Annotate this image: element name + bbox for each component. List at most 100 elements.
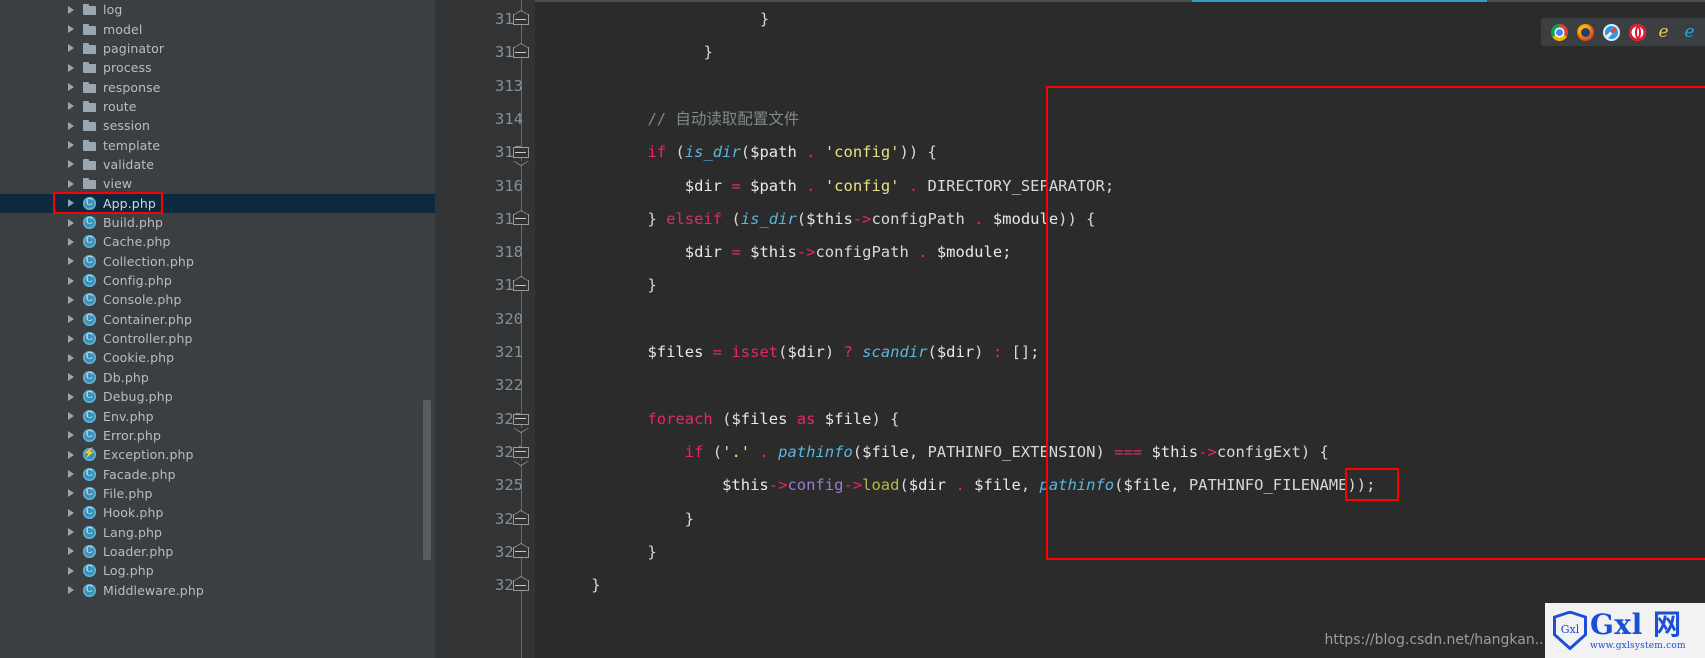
code-line-314[interactable]: // 自动读取配置文件 bbox=[647, 103, 799, 136]
safari-icon[interactable] bbox=[1603, 23, 1620, 41]
expand-arrow-icon[interactable] bbox=[68, 218, 74, 227]
expand-arrow-icon[interactable] bbox=[68, 334, 74, 343]
code-fold-toggle[interactable] bbox=[513, 147, 530, 167]
tree-item-build-php[interactable]: C Build.php bbox=[0, 213, 435, 232]
expand-arrow-icon[interactable] bbox=[68, 257, 74, 266]
tree-item-db-php[interactable]: C Db.php bbox=[0, 368, 435, 387]
tree-item-process[interactable]: process bbox=[0, 58, 435, 77]
tree-item-view[interactable]: view bbox=[0, 174, 435, 193]
tree-item-facade-php[interactable]: C Facade.php bbox=[0, 464, 435, 483]
expand-arrow-icon[interactable] bbox=[68, 83, 74, 92]
code-fold-toggle[interactable] bbox=[513, 276, 530, 295]
expand-arrow-icon[interactable] bbox=[68, 102, 74, 111]
expand-arrow-icon[interactable] bbox=[68, 450, 74, 459]
project-tree-panel[interactable]: log model paginator process response route ses… bbox=[0, 0, 435, 658]
tree-item-route[interactable]: route bbox=[0, 97, 435, 116]
code-line-319[interactable]: } bbox=[647, 269, 656, 302]
expand-arrow-icon[interactable] bbox=[68, 508, 74, 517]
code-line-324[interactable]: if ('.' . pathinfo($file, PATHINFO_EXTEN… bbox=[647, 436, 1329, 469]
expand-arrow-icon[interactable] bbox=[68, 25, 74, 34]
code-content[interactable]: }} // 自动读取配置文件 if (is_dir($path . 'config'… bbox=[535, 0, 1705, 658]
code-line-323[interactable]: foreach ($files as $file) { bbox=[647, 403, 899, 436]
internet-explorer-icon[interactable]: e bbox=[1655, 23, 1672, 41]
tree-item-validate[interactable]: validate bbox=[0, 155, 435, 174]
expand-arrow-icon[interactable] bbox=[68, 121, 74, 130]
tree-item-template[interactable]: template bbox=[0, 135, 435, 154]
firefox-icon[interactable] bbox=[1577, 23, 1594, 41]
expand-arrow-icon[interactable] bbox=[68, 353, 74, 362]
editor-gutter[interactable]: 311 312 313 314 315 316 317 318 319 320 321 322 323 3… bbox=[435, 0, 535, 658]
code-line-317[interactable]: } elseif (is_dir($this->configPath . $mo… bbox=[647, 203, 1095, 236]
expand-arrow-icon[interactable] bbox=[68, 315, 74, 324]
expand-arrow-icon[interactable] bbox=[68, 392, 74, 401]
browser-preview-toolbar[interactable]: e e bbox=[1541, 18, 1705, 46]
expand-arrow-icon[interactable] bbox=[68, 528, 74, 537]
expand-arrow-icon[interactable] bbox=[68, 547, 74, 556]
tree-item-collection-php[interactable]: C Collection.php bbox=[0, 252, 435, 271]
expand-arrow-icon[interactable] bbox=[68, 470, 74, 479]
tree-item-middleware-php[interactable]: C Middleware.php bbox=[0, 581, 435, 600]
expand-arrow-icon[interactable] bbox=[68, 586, 74, 595]
tree-item-log[interactable]: log bbox=[0, 0, 435, 19]
expand-arrow-icon[interactable] bbox=[68, 63, 74, 72]
code-editor[interactable]: 311 312 313 314 315 316 317 318 319 320 321 322 323 3… bbox=[435, 0, 1705, 658]
code-line-318[interactable]: $dir = $this->configPath . $module; bbox=[647, 236, 1012, 269]
code-line-321[interactable]: $files = isset($dir) ? scandir($dir) : [… bbox=[647, 336, 1039, 369]
tree-item-loader-php[interactable]: C Loader.php bbox=[0, 542, 435, 561]
tree-item-model[interactable]: model bbox=[0, 19, 435, 38]
tree-item-error-php[interactable]: C Error.php bbox=[0, 426, 435, 445]
code-line-328[interactable]: } bbox=[591, 569, 600, 602]
tree-item-lang-php[interactable]: C Lang.php bbox=[0, 522, 435, 541]
code-fold-toggle[interactable] bbox=[513, 209, 530, 229]
tree-item-console-php[interactable]: C Console.php bbox=[0, 290, 435, 309]
code-fold-toggle[interactable] bbox=[513, 413, 530, 433]
tree-item-response[interactable]: response bbox=[0, 77, 435, 96]
code-line-315[interactable]: if (is_dir($path . 'config')) { bbox=[647, 136, 936, 169]
tree-item-cookie-php[interactable]: C Cookie.php bbox=[0, 348, 435, 367]
expand-arrow-icon[interactable] bbox=[68, 160, 74, 169]
expand-arrow-icon[interactable] bbox=[68, 566, 74, 575]
expand-arrow-icon[interactable] bbox=[68, 373, 74, 382]
tree-item-cache-php[interactable]: C Cache.php bbox=[0, 232, 435, 251]
code-fold-toggle[interactable] bbox=[513, 509, 530, 529]
expand-arrow-icon[interactable] bbox=[68, 489, 74, 498]
tree-item-debug-php[interactable]: C Debug.php bbox=[0, 387, 435, 406]
tree-item-paginator[interactable]: paginator bbox=[0, 39, 435, 58]
expand-arrow-icon[interactable] bbox=[68, 276, 74, 285]
code-line-326[interactable]: } bbox=[647, 503, 694, 536]
tree-item-log-php[interactable]: C Log.php bbox=[0, 561, 435, 580]
code-line-327[interactable]: } bbox=[647, 536, 656, 569]
tree-item-controller-php[interactable]: C Controller.php bbox=[0, 329, 435, 348]
expand-arrow-icon[interactable] bbox=[68, 295, 74, 304]
expand-arrow-icon[interactable] bbox=[68, 5, 74, 14]
expand-arrow-icon[interactable] bbox=[68, 141, 74, 150]
expand-arrow-icon[interactable] bbox=[68, 412, 74, 421]
code-fold-toggle[interactable] bbox=[513, 43, 530, 62]
expand-arrow-icon[interactable] bbox=[68, 199, 74, 208]
tree-item-hook-php[interactable]: C Hook.php bbox=[0, 503, 435, 522]
code-fold-toggle[interactable] bbox=[513, 576, 530, 595]
tree-item-env-php[interactable]: C Env.php bbox=[0, 406, 435, 425]
code-fold-toggle[interactable] bbox=[513, 542, 530, 562]
tree-item-container-php[interactable]: C Container.php bbox=[0, 310, 435, 329]
tree-item-app-php[interactable]: C App.php bbox=[0, 193, 435, 213]
expand-arrow-icon[interactable] bbox=[68, 237, 74, 246]
tree-item-exception-php[interactable]: ⚡ Exception.php bbox=[0, 445, 435, 464]
code-line-312[interactable]: } bbox=[704, 36, 713, 69]
code-token: $files bbox=[731, 409, 788, 428]
code-fold-toggle[interactable] bbox=[513, 446, 530, 466]
expand-arrow-icon[interactable] bbox=[68, 431, 74, 440]
opera-icon[interactable] bbox=[1629, 23, 1646, 41]
code-line-325[interactable]: $this->config->load($dir . $file, pathin… bbox=[647, 469, 1375, 502]
code-line-316[interactable]: $dir = $path . 'config' . DIRECTORY_SEPA… bbox=[647, 170, 1114, 203]
expand-arrow-icon[interactable] bbox=[68, 179, 74, 188]
chrome-icon[interactable] bbox=[1551, 23, 1568, 41]
tree-item-config-php[interactable]: C Config.php bbox=[0, 271, 435, 290]
edge-icon[interactable]: e bbox=[1681, 23, 1698, 41]
code-line-311[interactable]: } bbox=[760, 3, 769, 36]
expand-arrow-icon[interactable] bbox=[68, 44, 74, 53]
tree-item-file-php[interactable]: C File.php bbox=[0, 484, 435, 503]
code-fold-toggle[interactable] bbox=[513, 10, 530, 29]
sidebar-scrollbar[interactable] bbox=[423, 400, 431, 560]
tree-item-session[interactable]: session bbox=[0, 116, 435, 135]
